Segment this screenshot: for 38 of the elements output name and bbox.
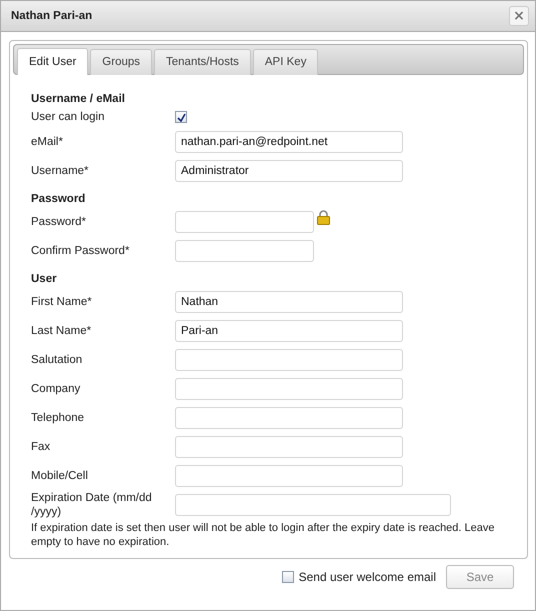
section-heading: Password — [31, 193, 86, 205]
input-field[interactable] — [175, 464, 403, 486]
input-field[interactable] — [175, 494, 451, 516]
field-label: Telephone — [31, 410, 86, 424]
tab[interactable]: Edit User — [17, 48, 88, 75]
input-field[interactable] — [175, 210, 314, 232]
input-field[interactable]: Administrator — [175, 160, 403, 182]
field-label: First Name* — [31, 294, 93, 308]
input-field[interactable] — [175, 240, 314, 262]
field-label: Fax — [31, 440, 52, 454]
field-label: Username* — [31, 164, 90, 178]
checkbox-label: Send user welcome email — [298, 570, 436, 584]
field-label: Expiration Date (mm/dd /yyyy) — [31, 490, 153, 518]
section-heading: User — [31, 273, 57, 285]
field-label: Salutation — [31, 352, 84, 366]
field-label: Mobile/Cell — [31, 468, 89, 482]
input-field[interactable] — [175, 378, 403, 400]
tab[interactable]: Tenants/Hosts — [154, 49, 251, 75]
field-label: Password* — [31, 214, 87, 228]
field-label: Confirm Password* — [31, 244, 130, 258]
input-field[interactable] — [175, 436, 403, 458]
tab[interactable]: API Key — [252, 49, 318, 75]
tab[interactable]: Groups — [90, 49, 152, 75]
input-field[interactable]: nathan.pari-an@redpoint.net — [175, 130, 403, 152]
input-field[interactable] — [175, 348, 403, 370]
window-title: Nathan Pari-an — [11, 10, 92, 22]
input-field[interactable]: Pari-an — [175, 320, 403, 342]
field-label: User can login — [31, 110, 106, 124]
input-field[interactable] — [175, 406, 403, 428]
input-field[interactable]: Nathan — [175, 290, 403, 312]
checkbox[interactable] — [175, 111, 187, 123]
checkbox[interactable] — [282, 571, 294, 583]
hint-text: If expiration date is set then user will not be able to login after the expiry date is reached. Leave empty to have no expiration. — [31, 521, 496, 549]
section-heading: Username / eMail — [31, 93, 125, 105]
close-button[interactable]: × — [509, 6, 529, 26]
field-label: eMail* — [31, 134, 64, 148]
field-label: Company — [31, 382, 82, 396]
field-label: Last Name* — [31, 324, 92, 338]
